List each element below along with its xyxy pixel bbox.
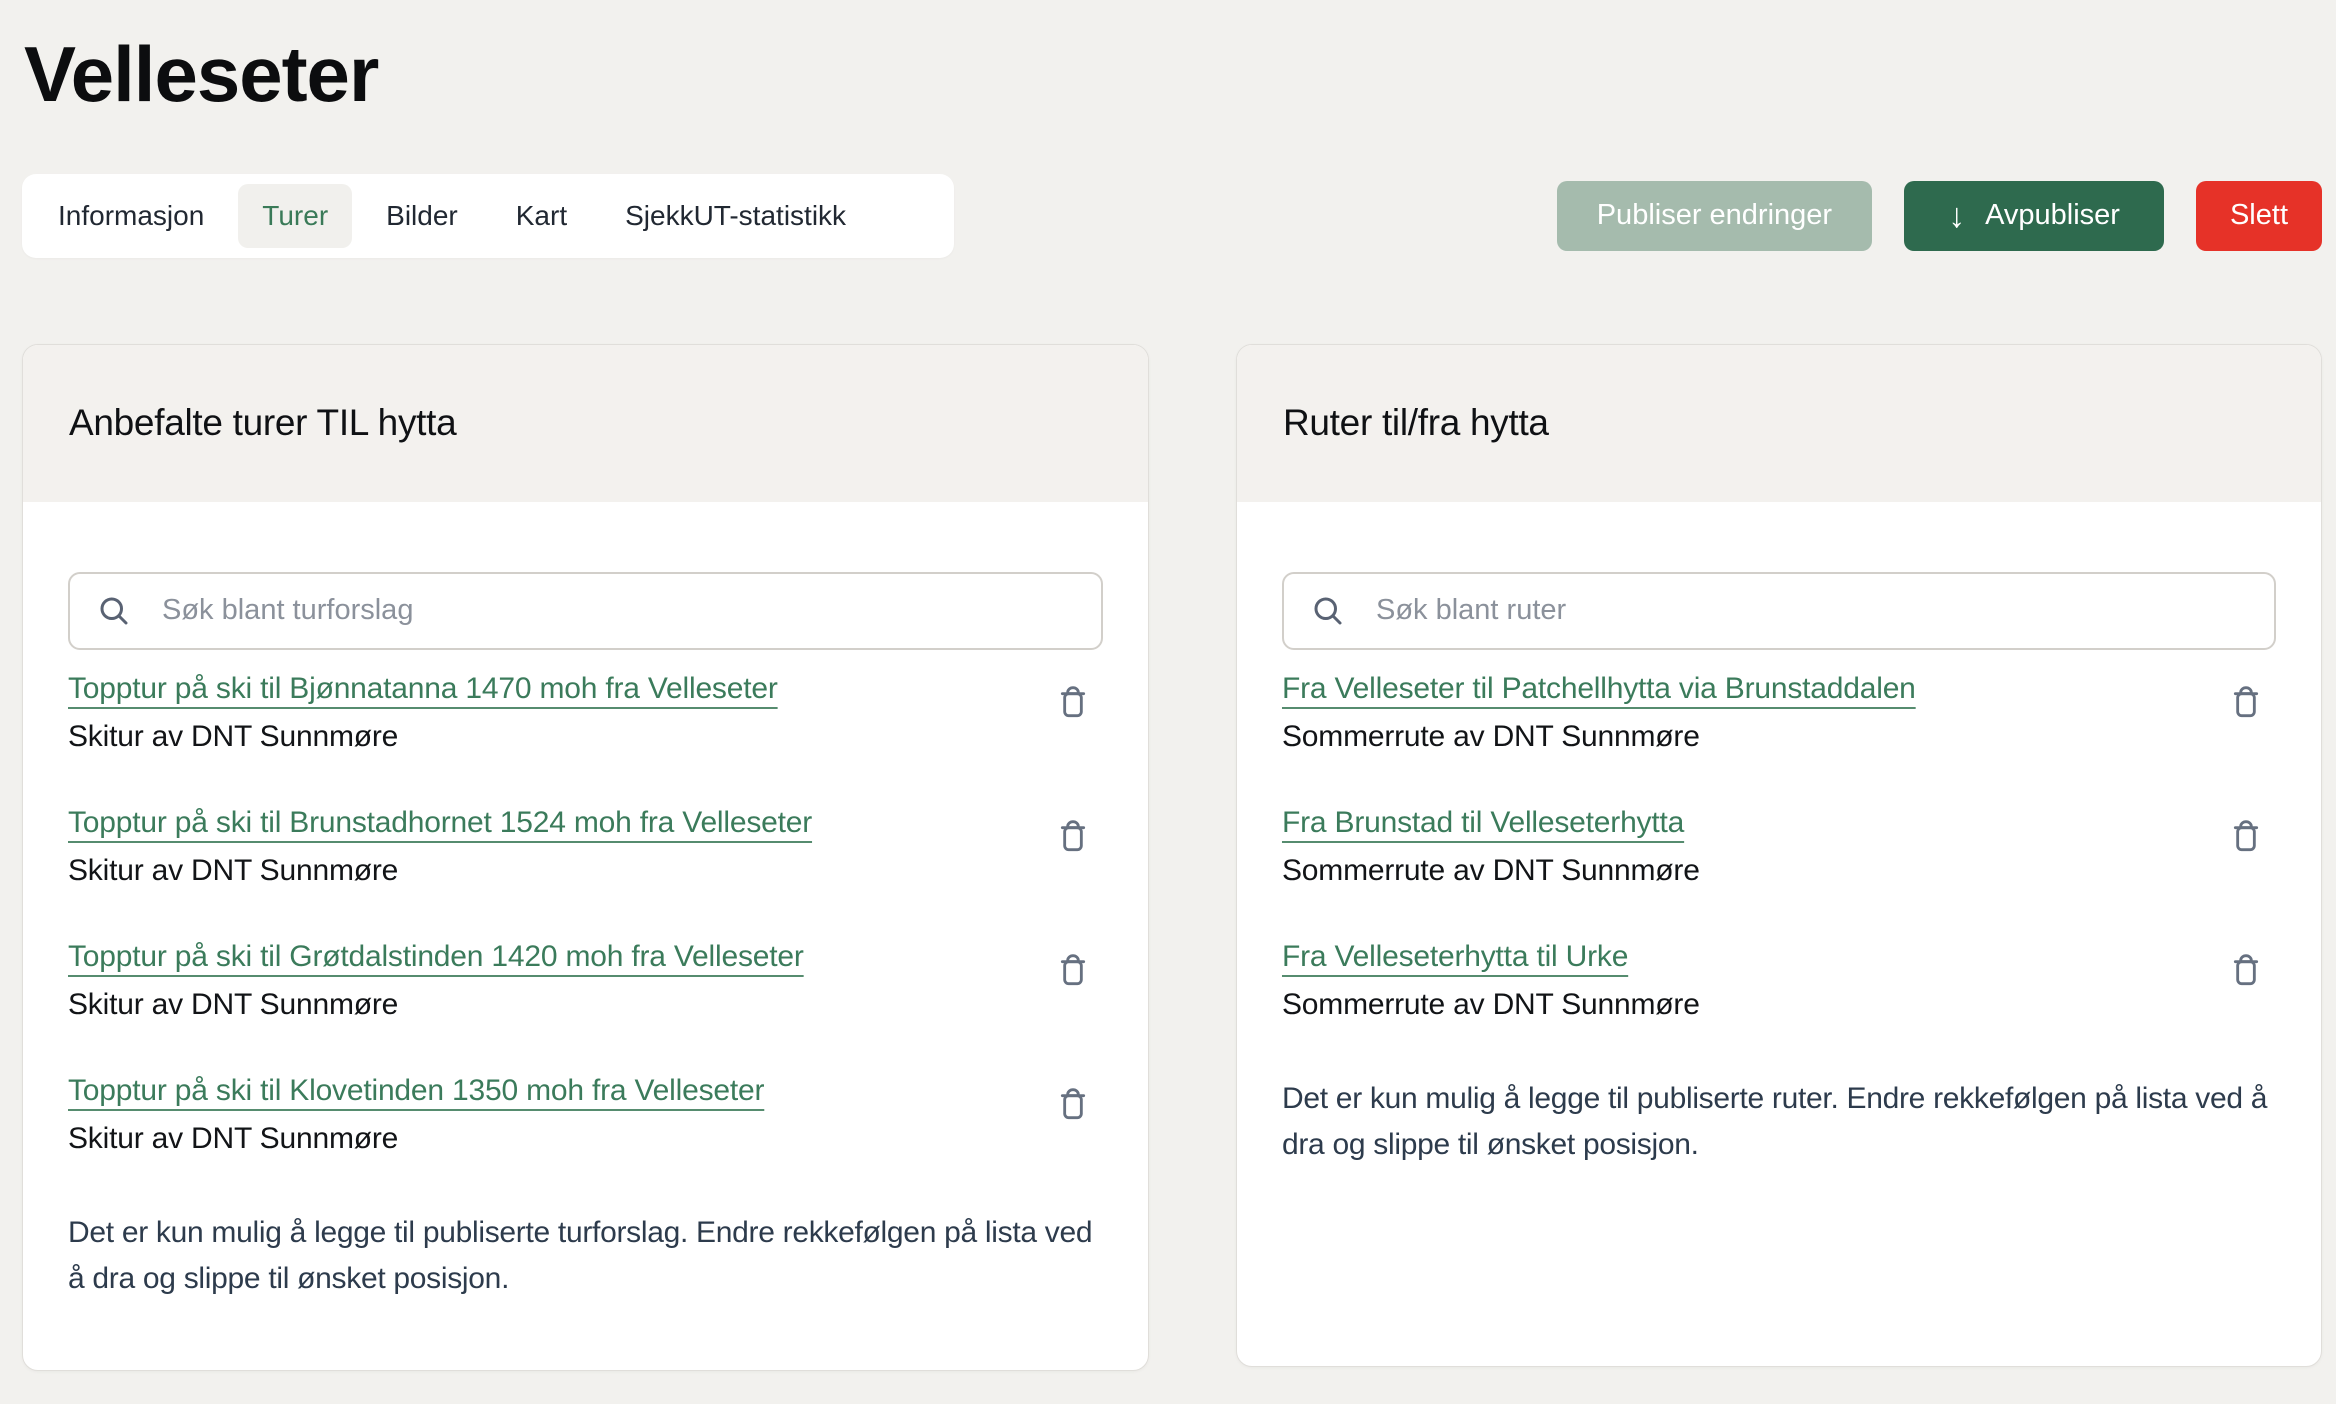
trips-note: Det er kun mulig å legge til publiserte … <box>68 1210 1103 1303</box>
trips-panel-header: Anbefalte turer TIL hytta <box>23 345 1148 502</box>
routes-search <box>1282 572 2276 650</box>
trip-subtitle: Skitur av DNT Sunnmøre <box>68 856 812 886</box>
routes-panel-header: Ruter til/fra hytta <box>1237 345 2321 502</box>
trash-icon <box>2226 947 2266 995</box>
panels: Anbefalte turer TIL hytta Topptur på ski… <box>22 344 2322 1371</box>
tab-kart[interactable]: Kart <box>492 184 591 248</box>
route-subtitle: Sommerrute av DNT Sunnmøre <box>1282 990 1700 1020</box>
trip-list-item[interactable]: Topptur på ski til Klovetinden 1350 moh … <box>68 1076 1103 1154</box>
trips-list: Topptur på ski til Bjønnatanna 1470 moh … <box>68 674 1103 1154</box>
trash-icon <box>1053 679 1093 727</box>
trip-link[interactable]: Topptur på ski til Bjønnatanna 1470 moh … <box>68 672 778 705</box>
route-list-item[interactable]: Fra Velleseter til Patchellhytta via Bru… <box>1282 674 2276 752</box>
tab-informasjon[interactable]: Informasjon <box>34 184 228 248</box>
tab-turer[interactable]: Turer <box>238 184 352 248</box>
trips-panel-title: Anbefalte turer TIL hytta <box>69 402 456 444</box>
routes-panel: Ruter til/fra hytta Fra Velleseter til P… <box>1236 344 2322 1367</box>
trip-item-text: Topptur på ski til Klovetinden 1350 moh … <box>68 1076 764 1154</box>
action-buttons: Publiser endringer ↓ Avpubliser Slett <box>1557 181 2322 251</box>
delete-trip-button[interactable] <box>1053 1080 1093 1130</box>
trip-list-item[interactable]: Topptur på ski til Bjønnatanna 1470 moh … <box>68 674 1103 752</box>
trip-subtitle: Skitur av DNT Sunnmøre <box>68 990 804 1020</box>
routes-panel-body: Fra Velleseter til Patchellhytta via Bru… <box>1237 502 2321 1169</box>
toolbar: Informasjon Turer Bilder Kart SjekkUT-st… <box>22 174 2322 258</box>
search-icon <box>96 593 132 629</box>
trips-search-input[interactable] <box>68 572 1103 650</box>
trip-subtitle: Skitur av DNT Sunnmøre <box>68 722 778 752</box>
delete-button[interactable]: Slett <box>2196 181 2322 251</box>
route-subtitle: Sommerrute av DNT Sunnmøre <box>1282 722 1916 752</box>
down-arrow-icon: ↓ <box>1948 199 1965 233</box>
unpublish-button[interactable]: ↓ Avpubliser <box>1904 181 2164 251</box>
route-link[interactable]: Fra Brunstad til Velleseterhytta <box>1282 806 1684 839</box>
trip-list-item[interactable]: Topptur på ski til Grøtdalstinden 1420 m… <box>68 942 1103 1020</box>
routes-list: Fra Velleseter til Patchellhytta via Bru… <box>1282 674 2276 1020</box>
route-link[interactable]: Fra Velleseter til Patchellhytta via Bru… <box>1282 672 1916 705</box>
trip-subtitle: Skitur av DNT Sunnmøre <box>68 1124 764 1154</box>
trash-icon <box>1053 1081 1093 1129</box>
routes-search-input[interactable] <box>1282 572 2276 650</box>
delete-route-button[interactable] <box>2226 946 2266 996</box>
page-title: Velleseter <box>24 34 2322 116</box>
trip-item-text: Topptur på ski til Grøtdalstinden 1420 m… <box>68 942 804 1020</box>
routes-panel-title: Ruter til/fra hytta <box>1283 402 1549 444</box>
delete-trip-button[interactable] <box>1053 678 1093 728</box>
route-item-text: Fra Velleseterhytta til Urke Sommerrute … <box>1282 942 1700 1020</box>
trips-panel-body: Topptur på ski til Bjønnatanna 1470 moh … <box>23 502 1148 1303</box>
trash-icon <box>1053 947 1093 995</box>
trip-link[interactable]: Topptur på ski til Grøtdalstinden 1420 m… <box>68 940 804 973</box>
route-link[interactable]: Fra Velleseterhytta til Urke <box>1282 940 1628 973</box>
delete-trip-button[interactable] <box>1053 812 1093 862</box>
route-item-text: Fra Velleseter til Patchellhytta via Bru… <box>1282 674 1916 752</box>
trip-link[interactable]: Topptur på ski til Brunstadhornet 1524 m… <box>68 806 812 839</box>
route-item-text: Fra Brunstad til Velleseterhytta Sommerr… <box>1282 808 1700 886</box>
trash-icon <box>2226 679 2266 727</box>
route-subtitle: Sommerrute av DNT Sunnmøre <box>1282 856 1700 886</box>
trip-item-text: Topptur på ski til Bjønnatanna 1470 moh … <box>68 674 778 752</box>
routes-note: Det er kun mulig å legge til publiserte … <box>1282 1076 2276 1169</box>
trip-link[interactable]: Topptur på ski til Klovetinden 1350 moh … <box>68 1074 764 1107</box>
trip-list-item[interactable]: Topptur på ski til Brunstadhornet 1524 m… <box>68 808 1103 886</box>
route-list-item[interactable]: Fra Velleseterhytta til Urke Sommerrute … <box>1282 942 2276 1020</box>
trips-search <box>68 572 1103 650</box>
unpublish-label: Avpubliser <box>1985 199 2120 232</box>
trash-icon <box>2226 813 2266 861</box>
tab-bilder[interactable]: Bilder <box>362 184 482 248</box>
page: Velleseter Informasjon Turer Bilder Kart… <box>0 0 2336 1371</box>
search-icon <box>1310 593 1346 629</box>
trip-item-text: Topptur på ski til Brunstadhornet 1524 m… <box>68 808 812 886</box>
trips-panel: Anbefalte turer TIL hytta Topptur på ski… <box>22 344 1149 1371</box>
delete-trip-button[interactable] <box>1053 946 1093 996</box>
tab-sjekkut-statistikk[interactable]: SjekkUT-statistikk <box>601 184 870 248</box>
publish-changes-button[interactable]: Publiser endringer <box>1557 181 1872 251</box>
delete-route-button[interactable] <box>2226 678 2266 728</box>
trash-icon <box>1053 813 1093 861</box>
tab-bar: Informasjon Turer Bilder Kart SjekkUT-st… <box>22 174 954 258</box>
route-list-item[interactable]: Fra Brunstad til Velleseterhytta Sommerr… <box>1282 808 2276 886</box>
delete-route-button[interactable] <box>2226 812 2266 862</box>
